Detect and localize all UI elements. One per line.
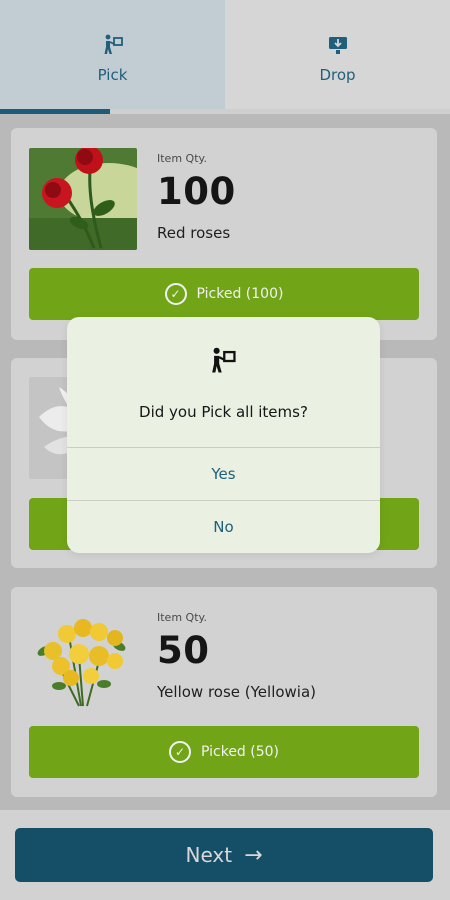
next-button[interactable]: Next → xyxy=(15,828,433,882)
check-circle-icon: ✓ xyxy=(164,283,187,305)
qty-value: 50 xyxy=(157,629,210,672)
drop-box-icon xyxy=(328,37,347,54)
picked-button-label: Picked (100) xyxy=(196,286,284,302)
pick-person-icon xyxy=(212,347,236,373)
item-name: Red roses xyxy=(157,224,231,242)
qty-value: 100 xyxy=(157,170,236,213)
tab-pick-label: Pick xyxy=(97,66,128,84)
red-roses-photo xyxy=(29,148,137,250)
tab-drop[interactable]: Drop xyxy=(225,0,450,114)
qty-label: Item Qty. xyxy=(157,152,207,165)
pick-person-icon xyxy=(104,34,123,54)
qty-label: Item Qty. xyxy=(157,611,207,624)
tab-drop-label: Drop xyxy=(319,66,356,84)
bottom-bar: Next → xyxy=(0,810,450,900)
yellow-rose-photo xyxy=(29,606,137,708)
dialog-title: Did you Pick all items? xyxy=(139,403,308,421)
arrow-right-icon: → xyxy=(244,842,263,868)
pick-confirmation-dialog: Did you Pick all items? Yes No xyxy=(67,317,380,553)
item-card-yellow-rose: Item Qty. 50 Yellow rose (Yellowia) ✓ Pi… xyxy=(11,587,437,797)
item-name: Yellow rose (Yellowia) xyxy=(157,683,317,701)
check-circle-icon: ✓ xyxy=(168,741,191,763)
picked-button[interactable]: ✓ Picked (100) xyxy=(29,268,419,320)
next-button-label: Next xyxy=(185,843,233,867)
active-tab-indicator xyxy=(0,109,110,114)
no-button[interactable]: No xyxy=(67,501,380,553)
tab-bar: Pick Drop xyxy=(0,0,450,114)
picked-button-label: Picked (50) xyxy=(200,744,280,760)
item-card-red-roses: Item Qty. 100 Red roses ✓ Picked (100) xyxy=(11,128,437,340)
tab-divider xyxy=(110,109,450,114)
yes-button[interactable]: Yes xyxy=(67,448,380,500)
tab-pick[interactable]: Pick xyxy=(0,0,225,114)
picked-button[interactable]: ✓ Picked (50) xyxy=(29,726,419,778)
